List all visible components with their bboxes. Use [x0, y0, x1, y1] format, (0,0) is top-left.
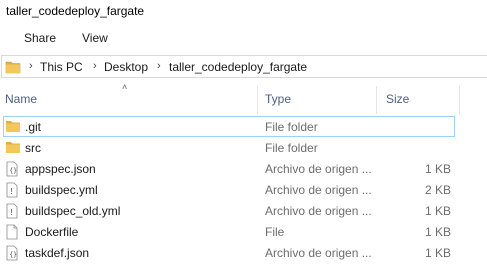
column-divider[interactable] [459, 86, 460, 114]
address-bar[interactable]: › This PC › Desktop › taller_codedeploy_… [1, 55, 487, 78]
blank-file-icon [5, 224, 19, 240]
file-name: .git [25, 120, 42, 134]
file-size: 1 KB [424, 246, 451, 260]
svg-text:{}: {} [9, 251, 17, 259]
file-size: 2 KB [424, 183, 451, 197]
tab-share[interactable]: Share [24, 31, 56, 45]
file-size: 1 KB [424, 225, 451, 239]
tab-view[interactable]: View [82, 31, 108, 45]
column-divider[interactable] [257, 86, 258, 114]
folder-icon [5, 119, 20, 134]
file-type: Archivo de origen ... [265, 183, 372, 197]
title-bar: taller_codedeploy_fargate [0, 0, 487, 22]
breadcrumb-current-folder[interactable]: taller_codedeploy_fargate [169, 60, 307, 74]
column-header: ˄ Name Type Size [0, 82, 487, 114]
file-name: buildspec_old.yml [25, 204, 121, 218]
file-type: File folder [265, 120, 318, 134]
file-type: Archivo de origen ... [265, 246, 372, 260]
list-item[interactable]: ! buildspec_old.yml Archivo de origen ..… [0, 200, 487, 221]
list-item[interactable]: Dockerfile File 1 KB [0, 221, 487, 242]
file-type: File folder [265, 141, 318, 155]
file-name: Dockerfile [25, 225, 79, 239]
file-name: src [25, 141, 41, 155]
yml-file-icon: ! [5, 203, 19, 219]
file-size: 1 KB [424, 204, 451, 218]
file-type: File [265, 225, 285, 239]
folder-icon [5, 60, 21, 77]
selection-highlight [3, 116, 455, 137]
file-name: buildspec.yml [25, 183, 98, 197]
file-size: 1 KB [424, 162, 451, 176]
list-item[interactable]: {} taskdef.json Archivo de origen ... 1 … [0, 242, 487, 263]
ribbon-tabs: Share View [0, 26, 487, 50]
json-file-icon: {} [5, 245, 19, 261]
file-type: Archivo de origen ... [265, 162, 372, 176]
svg-text:!: ! [10, 208, 13, 217]
file-name: appspec.json [25, 162, 96, 176]
column-divider[interactable] [376, 86, 377, 114]
svg-text:{}: {} [9, 167, 17, 175]
window-title: taller_codedeploy_fargate [6, 4, 145, 18]
column-type[interactable]: Type [265, 92, 291, 106]
json-file-icon: {} [5, 161, 19, 177]
sort-ascending-icon: ˄ [122, 82, 128, 92]
file-type: Archivo de origen ... [265, 204, 372, 218]
list-item[interactable]: {} appspec.json Archivo de origen ... 1 … [0, 158, 487, 179]
chevron-right-icon[interactable]: › [29, 60, 33, 72]
chevron-right-icon[interactable]: › [93, 60, 97, 72]
breadcrumb-this-pc[interactable]: This PC [40, 60, 83, 74]
column-size[interactable]: Size [386, 92, 409, 106]
list-item[interactable]: src File folder [0, 137, 487, 158]
svg-text:!: ! [10, 187, 13, 196]
list-item[interactable]: ! buildspec.yml Archivo de origen ... 2 … [0, 179, 487, 200]
file-name: taskdef.json [25, 246, 90, 260]
folder-icon [5, 140, 20, 155]
list-item[interactable]: .git File folder [0, 116, 487, 137]
breadcrumb-desktop[interactable]: Desktop [104, 60, 148, 74]
column-name[interactable]: Name [5, 92, 37, 106]
yml-file-icon: ! [5, 182, 19, 198]
chevron-right-icon[interactable]: › [157, 60, 161, 72]
